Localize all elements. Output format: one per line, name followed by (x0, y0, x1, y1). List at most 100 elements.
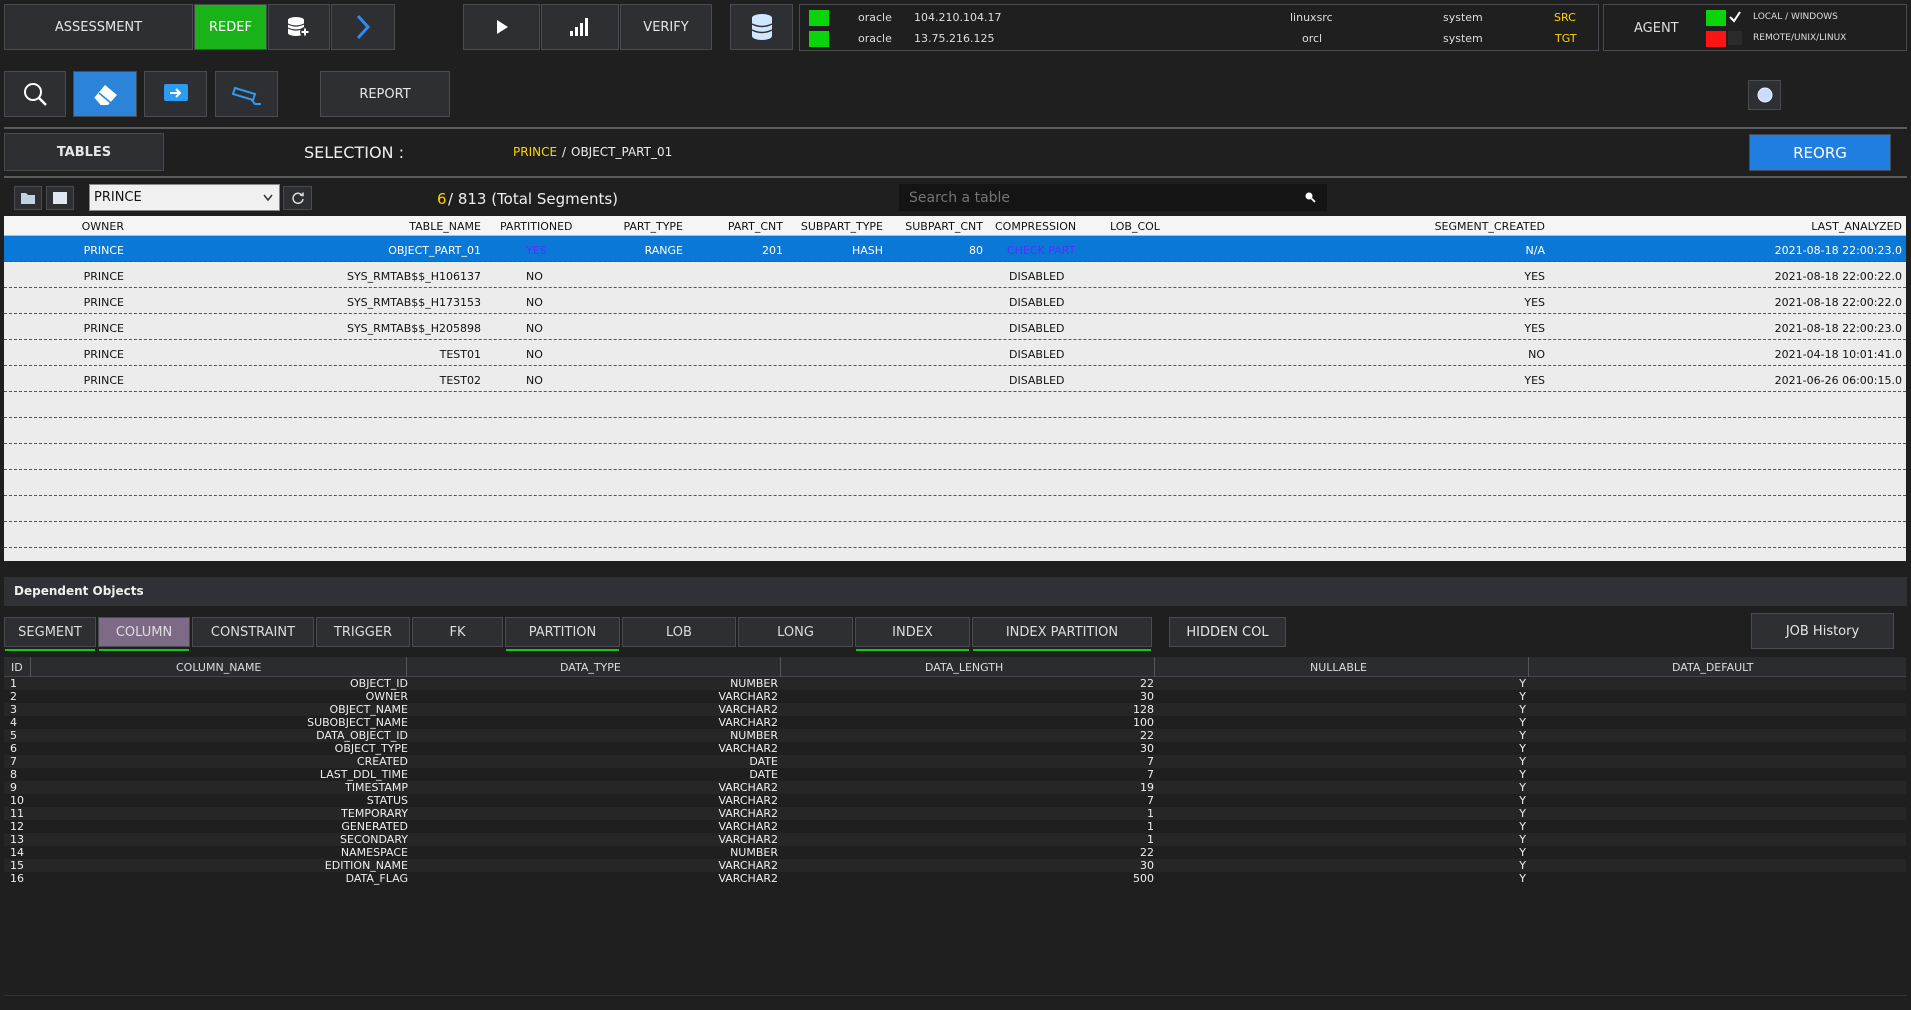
column-row[interactable]: 10 STATUS VARCHAR2 7 Y (4, 794, 1906, 807)
table-row[interactable]: PRINCE SYS_RMTAB$$_H106137 NO DISABLED YES 20… (4, 262, 1906, 288)
tab-lob[interactable]: LOB (622, 617, 736, 647)
grid-button[interactable] (46, 186, 74, 210)
col-header-compression[interactable]: COMPRESSION (995, 220, 1076, 233)
column-row[interactable]: 13 SECONDARY VARCHAR2 1 Y (4, 833, 1906, 846)
assessment-button[interactable]: ASSESSMENT (4, 4, 193, 50)
cell-data-length: 30 (1140, 690, 1154, 703)
table-search-input[interactable] (899, 184, 1294, 211)
export-tool-button[interactable] (144, 71, 207, 117)
tab-column[interactable]: COLUMN (98, 617, 190, 651)
refresh-button[interactable] (283, 186, 312, 210)
cell-segment-created: YES (1524, 270, 1545, 283)
col-header-data-length[interactable]: DATA_LENGTH (925, 661, 1003, 674)
job-history-button[interactable]: JOB History (1751, 613, 1894, 649)
tgt-role: TGT (1555, 32, 1577, 45)
tab-index[interactable]: INDEX (855, 617, 970, 651)
column-row[interactable]: 12 GENERATED VARCHAR2 1 Y (4, 820, 1906, 833)
column-row[interactable]: 6 OBJECT_TYPE VARCHAR2 30 Y (4, 742, 1906, 755)
tab-fk[interactable]: FK (412, 617, 503, 647)
tab-trigger[interactable]: TRIGGER (316, 617, 410, 647)
tab-constraint[interactable]: CONSTRAINT (192, 617, 314, 647)
col-header-data-default[interactable]: DATA_DEFAULT (1672, 661, 1754, 674)
camera-tool-button[interactable] (215, 71, 278, 117)
column-row[interactable]: 5 DATA_OBJECT_ID NUMBER 22 Y (4, 729, 1906, 742)
cell-id: 14 (10, 846, 24, 859)
cell-column-name: NAMESPACE (340, 846, 408, 859)
table-row[interactable]: PRINCE SYS_RMTAB$$_H173153 NO DISABLED YES 20… (4, 288, 1906, 314)
column-row[interactable]: 4 SUBOBJECT_NAME VARCHAR2 100 Y (4, 716, 1906, 729)
cell-data-type: VARCHAR2 (718, 872, 778, 885)
tab-segment[interactable]: SEGMENT (4, 617, 96, 651)
cell-data-length: 19 (1140, 781, 1154, 794)
cell-column-name: SECONDARY (340, 833, 408, 846)
column-row[interactable]: 7 CREATED DATE 7 Y (4, 755, 1906, 768)
column-row[interactable]: 15 EDITION_NAME VARCHAR2 30 Y (4, 859, 1906, 872)
cell-nullable: Y (1519, 859, 1526, 872)
tgt-user: system (1443, 32, 1483, 45)
col-header-nullable[interactable]: NULLABLE (1310, 661, 1367, 674)
table-row[interactable]: PRINCE TEST02 NO DISABLED YES 2021-06-26 06:0… (4, 366, 1906, 392)
col-header-part-type[interactable]: PART_TYPE (623, 220, 683, 233)
stats-button[interactable] (541, 4, 619, 50)
check-icon[interactable] (1728, 10, 1742, 24)
cell-column-name: TIMESTAMP (345, 781, 408, 794)
table-row[interactable]: PRINCE SYS_RMTAB$$_H205898 NO DISABLED YES 20… (4, 314, 1906, 340)
column-row[interactable]: 2 OWNER VARCHAR2 30 Y (4, 690, 1906, 703)
reorg-button[interactable]: REORG (1749, 134, 1891, 171)
empty-table-row (4, 418, 1906, 444)
next-button[interactable] (331, 4, 395, 50)
col-header-id[interactable]: ID (11, 661, 23, 674)
cell-segment-created: YES (1524, 322, 1545, 335)
cell-owner: PRINCE (83, 296, 124, 309)
add-database-button[interactable] (268, 4, 330, 50)
col-header-subpart-cnt[interactable]: SUBPART_CNT (905, 220, 983, 233)
col-header-segment-created[interactable]: SEGMENT_CREATED (1435, 220, 1545, 233)
column-row[interactable]: 8 LAST_DDL_TIME DATE 7 Y (4, 768, 1906, 781)
search-icon[interactable] (1303, 190, 1317, 204)
column-row[interactable]: 11 TEMPORARY VARCHAR2 1 Y (4, 807, 1906, 820)
cell-last-analyzed: 2021-08-18 22:00:22.0 (1774, 296, 1902, 309)
column-row[interactable]: 3 OBJECT_NAME VARCHAR2 128 Y (4, 703, 1906, 716)
tab-index-partition[interactable]: INDEX PARTITION (972, 617, 1152, 651)
cell-data-length: 22 (1140, 677, 1154, 690)
cell-compression: DISABLED (1009, 322, 1065, 335)
remote-agent-label: REMOTE/UNIX/LINUX (1753, 33, 1847, 43)
column-row[interactable]: 16 DATA_FLAG VARCHAR2 500 Y (4, 872, 1906, 885)
table-row[interactable]: PRINCE OBJECT_PART_01 YES RANGE 201 HASH 80 CHE… (4, 236, 1906, 262)
cell-data-length: 7 (1147, 755, 1154, 768)
remote-agent-checkbox[interactable] (1728, 31, 1742, 45)
cell-data-type: VARCHAR2 (718, 703, 778, 716)
col-header-partitioned[interactable]: PARTITIONED (500, 220, 573, 233)
tables-button[interactable]: TABLES (4, 133, 164, 171)
folder-button[interactable] (14, 186, 42, 210)
cell-id: 6 (10, 742, 17, 755)
column-row[interactable]: 1 OBJECT_ID NUMBER 22 Y (4, 677, 1906, 690)
col-header-subpart-type[interactable]: SUBPART_TYPE (801, 220, 883, 233)
verify-button[interactable]: VERIFY (620, 4, 712, 50)
col-header-table-name[interactable]: TABLE_NAME (409, 220, 481, 233)
redef-button[interactable]: REDEF (194, 4, 267, 50)
cell-nullable: Y (1519, 690, 1526, 703)
column-row[interactable]: 9 TIMESTAMP VARCHAR2 19 Y (4, 781, 1906, 794)
col-header-last-analyzed[interactable]: LAST_ANALYZED (1811, 220, 1902, 233)
col-header-lob-col[interactable]: LOB_COL (1110, 220, 1160, 233)
settings-button[interactable] (1748, 80, 1781, 110)
column-row[interactable]: 14 NAMESPACE NUMBER 22 Y (4, 846, 1906, 859)
database-button[interactable] (730, 4, 793, 50)
run-button[interactable] (463, 4, 540, 50)
col-header-owner[interactable]: OWNER (82, 220, 124, 233)
col-header-part-cnt[interactable]: PART_CNT (728, 220, 783, 233)
col-header-data-type[interactable]: DATA_TYPE (560, 661, 621, 674)
tab-partition[interactable]: PARTITION (505, 617, 620, 651)
schema-select[interactable]: PRINCE (89, 184, 280, 211)
cell-data-type: DATE (749, 755, 778, 768)
table-row[interactable]: PRINCE TEST01 NO DISABLED NO 2021-04-18 10:01… (4, 340, 1906, 366)
col-header-column-name[interactable]: COLUMN_NAME (176, 661, 261, 674)
eraser-tool-button[interactable] (73, 71, 137, 117)
tab-long[interactable]: LONG (738, 617, 853, 647)
cell-id: 16 (10, 872, 24, 885)
hidden-col-button[interactable]: HIDDEN COL (1169, 617, 1286, 647)
circle-icon (1757, 87, 1772, 103)
report-button[interactable]: REPORT (320, 71, 450, 117)
search-tool-button[interactable] (4, 71, 66, 117)
